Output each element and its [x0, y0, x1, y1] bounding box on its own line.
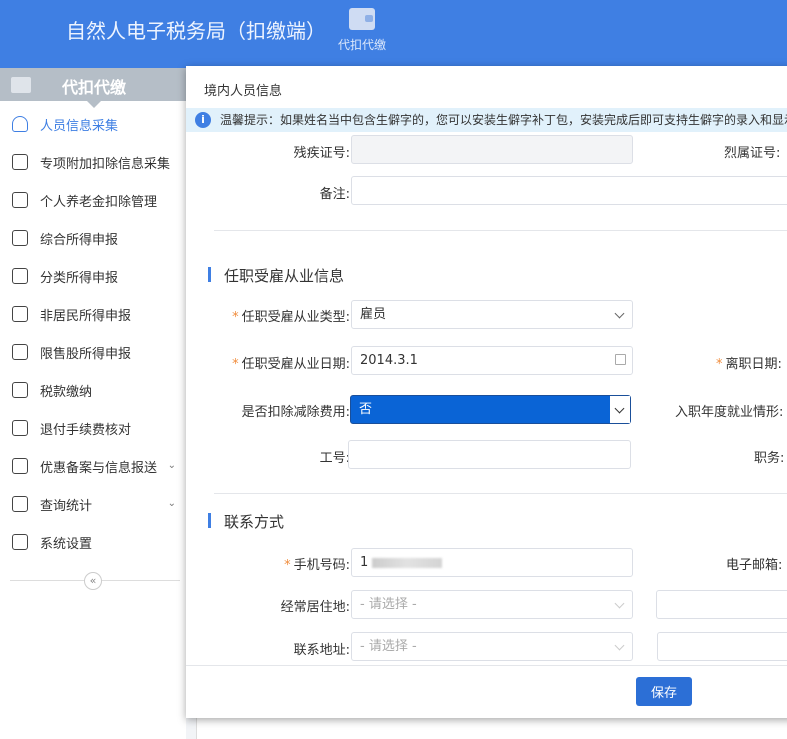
- chevron-down-icon: ⌄: [167, 460, 176, 471]
- sidebar-header: 代扣代缴: [0, 68, 186, 108]
- divider: [186, 665, 787, 666]
- nav-label: 代扣代缴: [337, 38, 386, 52]
- disability-no-label: 残疾证号:: [293, 146, 350, 161]
- folder-icon: [12, 382, 28, 398]
- section-contact: 联系方式: [207, 513, 285, 531]
- calendar-icon[interactable]: [615, 354, 626, 365]
- sidebar-item[interactable]: 优惠备案与信息报送 ⌄: [0, 447, 186, 485]
- sidebar-item[interactable]: 分类所得申报: [0, 257, 186, 295]
- sidebar-item-label: 税款缴纳: [40, 384, 93, 400]
- sidebar-item-label: 退付手续费核对: [40, 422, 132, 438]
- dialog-title: 境内人员信息: [204, 84, 283, 99]
- sidebar-item-label: 优惠备案与信息报送: [40, 460, 158, 476]
- search-list-icon: [12, 496, 28, 512]
- remark-input[interactable]: [351, 176, 787, 205]
- leave-date-label: * 离职日期:: [716, 357, 782, 372]
- employment-date-input[interactable]: 2014.3.1: [351, 346, 633, 375]
- document-icon: [12, 192, 28, 208]
- residence-select[interactable]: - 请选择 -: [351, 590, 633, 619]
- person-info-dialog: 境内人员信息 i 温馨提示：如果姓名当中包含生僻字的，您可以安装生僻字补丁包，安…: [186, 66, 787, 718]
- copy-icon: [12, 458, 28, 474]
- sidebar-item[interactable]: 限售股所得申报: [0, 333, 186, 371]
- divider: [214, 493, 787, 494]
- position-label: 职务:: [754, 451, 785, 466]
- sidebar-item[interactable]: 非居民所得申报: [0, 295, 186, 333]
- sidebar-item-label: 非居民所得申报: [40, 308, 132, 324]
- address-select[interactable]: - 请选择 -: [351, 632, 633, 661]
- sidebar-item-label: 限售股所得申报: [40, 346, 132, 362]
- info-icon: i: [195, 112, 211, 128]
- sidebar-item[interactable]: 查询统计 ⌄: [0, 485, 186, 523]
- background-panel: [196, 718, 787, 739]
- app-header: 自然人电子税务局（扣缴端） 代扣代缴: [0, 0, 787, 68]
- sidebar-item-label: 个人养老金扣除管理: [40, 194, 158, 210]
- section-employment: 任职受雇从业信息: [207, 267, 345, 285]
- sidebar-item[interactable]: 退付手续费核对: [0, 409, 186, 447]
- chevron-down-icon: ⌄: [167, 498, 176, 509]
- entry-status-label: 入职年度就业情形:: [675, 405, 784, 420]
- sidebar-item[interactable]: 综合所得申报: [0, 219, 186, 257]
- sidebar-title: 代扣代缴: [62, 78, 127, 97]
- nav-withholding[interactable]: 代扣代缴: [334, 8, 390, 53]
- gear-icon: [12, 534, 28, 550]
- phone-input[interactable]: 1: [351, 548, 633, 577]
- collapse-sidebar-button[interactable]: «: [84, 572, 102, 590]
- job-no-label: 工号:: [319, 451, 350, 466]
- sidebar-item-label: 综合所得申报: [40, 232, 119, 248]
- sidebar-item-label: 人员信息采集: [40, 118, 119, 134]
- save-button[interactable]: 保存: [636, 677, 692, 706]
- list-icon: [12, 154, 28, 170]
- divider: [214, 230, 787, 231]
- address-detail-input[interactable]: [657, 632, 787, 661]
- sidebar: 代扣代缴 人员信息采集专项附加扣除信息采集 个人养老金扣除管理 综合所得申报 分类所得…: [0, 68, 186, 739]
- layers-icon: [12, 230, 28, 246]
- sidebar-item[interactable]: 系统设置: [0, 523, 186, 561]
- employment-type-label: * 任职受雇从业类型:: [232, 310, 350, 325]
- address-label: 联系地址:: [293, 643, 350, 658]
- sidebar-item[interactable]: 专项附加扣除信息采集: [0, 143, 186, 181]
- martyr-no-label: 烈属证号:: [724, 146, 781, 161]
- wallet-icon: [349, 8, 375, 30]
- sidebar-item[interactable]: 税款缴纳: [0, 371, 186, 409]
- bar-chart-icon: [12, 344, 28, 360]
- sidebar-item[interactable]: 人员信息采集: [0, 105, 186, 143]
- sidebar-item-label: 系统设置: [40, 536, 93, 552]
- sidebar-item[interactable]: 个人养老金扣除管理: [0, 181, 186, 219]
- sidebar-item-label: 查询统计: [40, 498, 93, 514]
- user-add-icon: [12, 116, 28, 132]
- sidebar-item-label: 专项附加扣除信息采集: [40, 156, 171, 172]
- app-title: 自然人电子税务局（扣缴端）: [66, 19, 326, 43]
- phone-label: * 手机号码:: [284, 558, 350, 573]
- email-label: 电子邮箱:: [726, 558, 783, 573]
- checklist-icon: [12, 420, 28, 436]
- user-icon: [12, 306, 28, 322]
- notice-bar: i 温馨提示：如果姓名当中包含生僻字的，您可以安装生僻字补丁包，安装完成后即可支…: [186, 108, 787, 132]
- job-no-input[interactable]: [348, 440, 631, 469]
- deduct-expense-label: 是否扣除减除费用:: [241, 405, 350, 420]
- wallet-icon: [11, 77, 31, 93]
- employment-type-select[interactable]: 雇员: [351, 300, 633, 329]
- residence-label: 经常居住地:: [280, 600, 350, 615]
- deduct-expense-select[interactable]: 否: [350, 395, 631, 424]
- employment-date-label: * 任职受雇从业日期:: [232, 357, 350, 372]
- notice-text: 温馨提示：如果姓名当中包含生僻字的，您可以安装生僻字补丁包，安装完成后即可支持生…: [220, 113, 787, 127]
- remark-label: 备注:: [319, 187, 350, 202]
- residence-detail-input[interactable]: [656, 590, 787, 619]
- pie-chart-icon: [12, 268, 28, 284]
- disability-no-input[interactable]: [351, 135, 633, 164]
- sidebar-item-label: 分类所得申报: [40, 270, 119, 286]
